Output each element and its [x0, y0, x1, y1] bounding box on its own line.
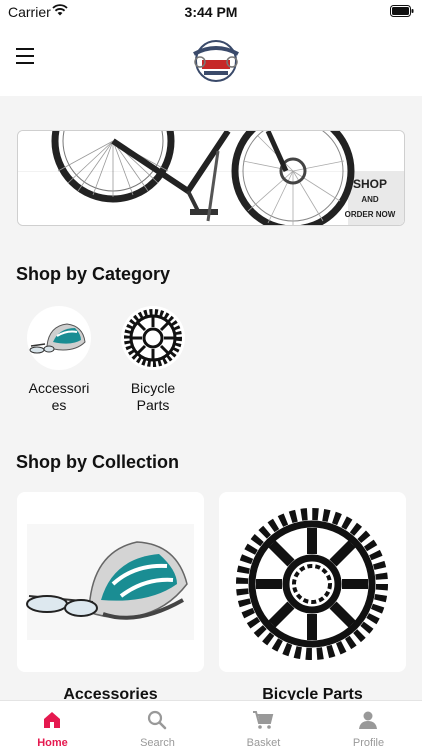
collection-label: Accessories	[63, 686, 158, 700]
hamburger-menu-icon[interactable]	[16, 48, 42, 70]
home-content[interactable]: SHOP AND ORDER NOW Shop by Category Acce…	[0, 96, 422, 700]
category-section-title: Shop by Category	[16, 264, 171, 284]
collection-card-accessories[interactable]	[17, 492, 204, 672]
chainring-icon	[236, 508, 388, 660]
tab-home[interactable]: Home	[0, 701, 105, 750]
collection-section-title: Shop by Collection	[16, 452, 180, 472]
banner-cta: SHOP AND ORDER NOW	[340, 177, 400, 222]
tab-label: Search	[140, 737, 175, 749]
tab-profile[interactable]: Profile	[316, 701, 421, 750]
home-icon	[44, 712, 60, 728]
status-bar: Carrier 3:44 PM	[0, 0, 422, 26]
collection-label: Bicycle Parts	[262, 686, 363, 700]
tab-label: Profile	[352, 737, 385, 749]
top-navigation	[0, 26, 422, 96]
search-icon	[147, 710, 167, 730]
tab-basket[interactable]: Basket	[211, 701, 316, 750]
banner-line-1: SHOP	[352, 177, 387, 191]
helmet-icon	[26, 524, 194, 640]
tab-label: Basket	[246, 737, 281, 749]
bike-shop-logo[interactable]	[190, 38, 242, 84]
battery-icon	[390, 5, 414, 17]
category-label: Accessories	[28, 380, 90, 413]
category-accessories[interactable]: Accessories	[19, 306, 99, 414]
collection-card-bicycle-parts[interactable]	[219, 492, 406, 672]
bottom-tab-bar: Home Search Basket Profile	[0, 700, 422, 750]
banner-line-3: ORDER NOW	[344, 210, 396, 219]
category-bicycle-parts[interactable]: Bicycle Parts	[113, 306, 193, 414]
helmet-icon	[27, 306, 91, 370]
promo-banner[interactable]: SHOP AND ORDER NOW	[17, 130, 405, 226]
person-icon	[359, 711, 377, 729]
category-label: Bicycle Parts	[130, 380, 176, 413]
chainring-icon	[121, 306, 185, 370]
clock: 3:44 PM	[184, 4, 238, 20]
banner-line-2: AND	[361, 195, 379, 204]
cart-icon	[253, 711, 274, 729]
tab-label: Home	[37, 737, 68, 749]
tab-search[interactable]: Search	[105, 701, 210, 750]
